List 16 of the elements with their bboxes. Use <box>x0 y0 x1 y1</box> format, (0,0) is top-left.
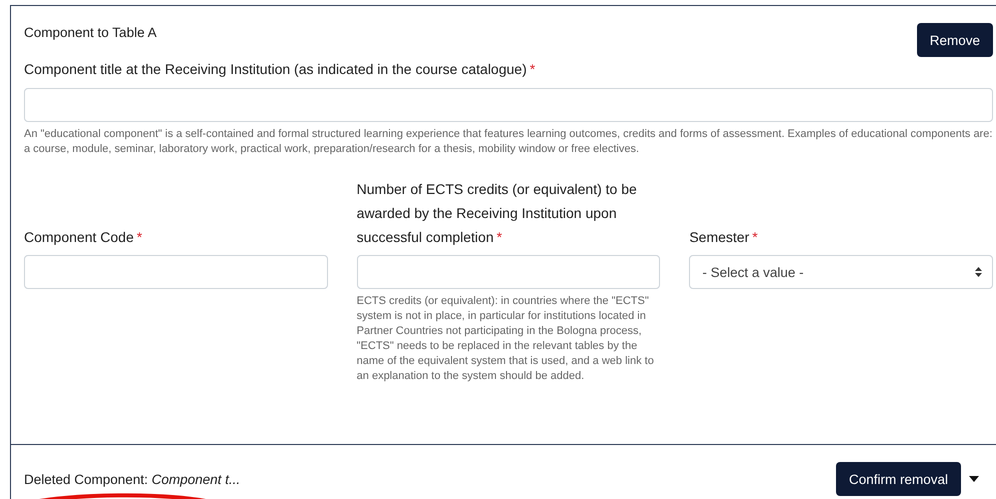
sort-arrows-icon <box>974 267 982 277</box>
field-label: Component Code * <box>24 229 142 245</box>
input-field[interactable] <box>356 255 660 289</box>
input-field[interactable] <box>24 88 993 122</box>
section-heading: Component to Table A <box>24 25 157 40</box>
caret-icon[interactable] <box>969 476 979 482</box>
field-label: Component title at the Receiving Institution (as indicated in the course catalogue) * <box>24 61 536 77</box>
select-field[interactable]: - Select a value - <box>689 255 993 289</box>
deleted-component-text: Deleted Component: Component t... <box>24 472 240 486</box>
confirm-removal-button[interactable]: Confirm removal <box>836 462 961 496</box>
help-text: An "educational component" is a self-contained and formal structured learning experience that features learning outcomes, credits and forms of assessment. Examples of educational components are: a course, module, seminar, laboratory work, practical work, preparation/research for a thesis, mobility window or free electives. <box>24 127 993 157</box>
field-label: Semester * <box>689 229 758 245</box>
input-field[interactable] <box>24 255 328 289</box>
remove-button[interactable]: Remove <box>916 23 993 57</box>
help-text: ECTS credits (or equivalent): in countries where the "ECTS" system is not in place, in particular for institutions located in Partner Countries not participating in the Bologna process, "ECTS" needs to be replaced in the relevant tables by the name of the equivalent system that is used, and a web link to an explanation to the system should be added. <box>356 294 655 384</box>
field-label: Number of ECTS credits (or equivalent) to be awarded by the Receiving Institution upon successful completion * <box>356 181 637 245</box>
